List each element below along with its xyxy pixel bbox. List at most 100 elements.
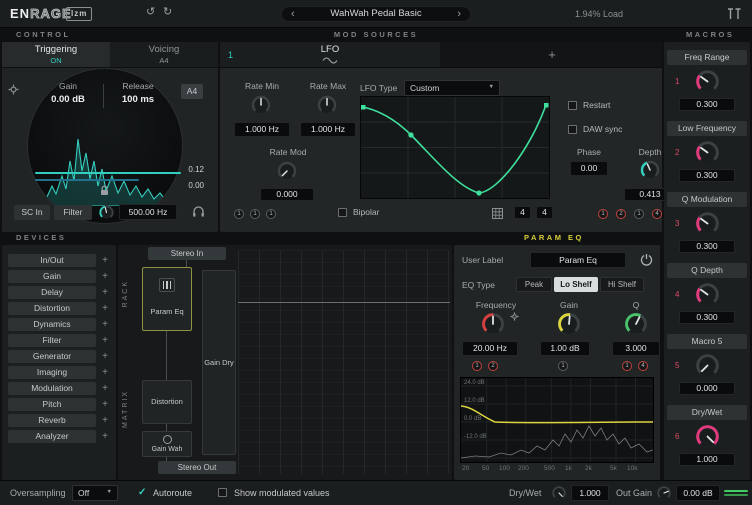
tab-voicing[interactable]: Voicing A4 bbox=[110, 42, 218, 67]
macro-value[interactable]: 0.300 bbox=[679, 169, 735, 182]
macro-value[interactable]: 0.300 bbox=[679, 311, 735, 324]
macro-knob[interactable] bbox=[694, 423, 721, 450]
gain-dry-node[interactable]: Gain Dry bbox=[202, 270, 236, 455]
macro-value[interactable]: 0.000 bbox=[679, 382, 735, 395]
preset-bar[interactable]: ‹ WahWah Pedal Basic › bbox=[281, 6, 471, 22]
frequency-settings-icon[interactable] bbox=[510, 312, 519, 321]
daw-sync-checkbox-row[interactable]: DAW sync bbox=[568, 125, 622, 134]
mod-slot[interactable]: 2 bbox=[488, 361, 498, 371]
device-generator[interactable]: Generator bbox=[8, 350, 96, 363]
macro-value[interactable]: 0.300 bbox=[679, 98, 735, 111]
device-imaging[interactable]: Imaging bbox=[8, 366, 96, 379]
out-gain-value[interactable]: 0.00 dB bbox=[676, 485, 720, 501]
eq-type-lo-shelf-button[interactable]: Lo Shelf bbox=[554, 277, 598, 292]
grid-snap-icon[interactable] bbox=[492, 208, 503, 219]
stereo-in-node[interactable]: Stereo In bbox=[148, 247, 226, 260]
autoroute-check-icon[interactable]: ✓ bbox=[138, 488, 146, 498]
macro-label[interactable]: Q Depth bbox=[667, 263, 747, 278]
release-value[interactable]: 100 ms bbox=[106, 95, 170, 105]
stereo-out-node[interactable]: Stereo Out bbox=[158, 461, 236, 474]
rate-min-value[interactable]: 1.000 Hz bbox=[234, 122, 290, 137]
filter-frequency-value[interactable]: 500.00 Hz bbox=[119, 204, 177, 220]
mod-slot[interactable]: 1 bbox=[622, 361, 632, 371]
eq-gain-knob[interactable] bbox=[556, 311, 582, 337]
restart-checkbox-row[interactable]: Restart bbox=[568, 101, 610, 110]
add-device-button[interactable]: + bbox=[100, 432, 110, 442]
sc-in-button[interactable]: SC In bbox=[14, 205, 50, 220]
add-device-button[interactable]: + bbox=[100, 320, 110, 330]
restart-checkbox[interactable] bbox=[568, 101, 577, 110]
device-in-out[interactable]: In/Out bbox=[8, 254, 96, 267]
macro-label[interactable]: Freq Range bbox=[667, 50, 747, 65]
q-value[interactable]: 3.000 bbox=[612, 341, 660, 356]
rate-min-knob[interactable] bbox=[250, 94, 272, 116]
frequency-value[interactable]: 20.00 Hz bbox=[462, 341, 518, 356]
device-gain[interactable]: Gain bbox=[8, 270, 96, 283]
macro-knob[interactable] bbox=[694, 139, 721, 166]
lfo-curve-editor[interactable] bbox=[360, 96, 550, 199]
depth-knob[interactable] bbox=[639, 159, 661, 181]
device-filter[interactable]: Filter bbox=[8, 334, 96, 347]
add-device-button[interactable]: + bbox=[100, 288, 110, 298]
redo-icon[interactable]: ↻ bbox=[163, 7, 172, 18]
gain-wah-node[interactable]: Gain Wah bbox=[142, 431, 192, 457]
filter-button[interactable]: Filter bbox=[54, 205, 92, 220]
lock-icon[interactable] bbox=[99, 185, 110, 196]
rate-mod-knob[interactable] bbox=[276, 160, 298, 182]
device-modulation[interactable]: Modulation bbox=[8, 382, 96, 395]
eq-gain-value[interactable]: 1.00 dB bbox=[540, 341, 590, 356]
macro-label[interactable]: Q Modulation bbox=[667, 192, 747, 207]
bipolar-checkbox-row[interactable]: Bipolar bbox=[338, 208, 379, 217]
preset-next-button[interactable]: › bbox=[457, 9, 461, 20]
eq-type-peak-button[interactable]: Peak bbox=[516, 277, 552, 292]
rate-max-knob[interactable] bbox=[316, 94, 338, 116]
rate-mod-value[interactable]: 0.000 bbox=[260, 188, 314, 201]
param-eq-node[interactable]: Param Eq bbox=[142, 267, 192, 331]
tab-lfo-1[interactable]: 1 LFO bbox=[220, 42, 440, 67]
q-knob[interactable] bbox=[623, 311, 649, 337]
undo-icon[interactable]: ↺ bbox=[146, 7, 155, 18]
frequency-knob[interactable] bbox=[480, 311, 506, 337]
device-name-input[interactable]: Param Eq bbox=[530, 252, 626, 268]
autoroute-label[interactable]: Autoroute bbox=[153, 489, 192, 498]
eq-response-graph[interactable]: 24.0 dB 12.0 dB 0.0 dB -12.0 dB bbox=[460, 377, 654, 463]
distortion-node[interactable]: Distortion bbox=[142, 380, 192, 424]
bipolar-checkbox[interactable] bbox=[338, 208, 347, 217]
macro-label[interactable]: Dry/Wet bbox=[667, 405, 747, 420]
headphone-icon[interactable] bbox=[192, 205, 205, 218]
gain-value[interactable]: 0.00 dB bbox=[38, 95, 98, 105]
tab-triggering[interactable]: Triggering ON bbox=[2, 42, 110, 67]
resize-icon[interactable] bbox=[727, 8, 742, 20]
phase-value[interactable]: 0.00 bbox=[570, 161, 608, 176]
dry-wet-knob[interactable] bbox=[551, 485, 567, 501]
device-delay[interactable]: Delay bbox=[8, 286, 96, 299]
eq-type-hi-shelf-button[interactable]: Hi Shelf bbox=[600, 277, 644, 292]
macro-value[interactable]: 1.000 bbox=[679, 453, 735, 466]
add-device-button[interactable]: + bbox=[100, 384, 110, 394]
out-gain-knob[interactable] bbox=[656, 485, 672, 501]
filter-cutoff-knob[interactable] bbox=[98, 204, 115, 221]
mod-slot[interactable]: 4 bbox=[652, 209, 662, 219]
add-device-button[interactable]: + bbox=[100, 368, 110, 378]
add-device-button[interactable]: + bbox=[100, 272, 110, 282]
preset-name[interactable]: WahWah Pedal Basic bbox=[330, 9, 421, 19]
lfo-type-dropdown[interactable]: Custom ▼ bbox=[404, 80, 500, 96]
preset-prev-button[interactable]: ‹ bbox=[291, 9, 295, 20]
daw-sync-checkbox[interactable] bbox=[568, 125, 577, 134]
oversampling-dropdown[interactable]: Off ▼ bbox=[72, 485, 118, 501]
macro-knob[interactable] bbox=[694, 210, 721, 237]
device-reverb[interactable]: Reverb bbox=[8, 414, 96, 427]
add-device-button[interactable]: + bbox=[100, 304, 110, 314]
mod-slot[interactable]: 4 bbox=[638, 361, 648, 371]
mod-slot[interactable]: 1 bbox=[266, 209, 276, 219]
release-readout[interactable]: Release 100 ms bbox=[106, 82, 170, 104]
rate-max-value[interactable]: 1.000 Hz bbox=[300, 122, 356, 137]
add-device-button[interactable]: + bbox=[100, 416, 110, 426]
mod-slot[interactable]: 1 bbox=[598, 209, 608, 219]
add-device-button[interactable]: + bbox=[100, 256, 110, 266]
add-device-button[interactable]: + bbox=[100, 352, 110, 362]
macro-value[interactable]: 0.300 bbox=[679, 240, 735, 253]
grid-x-value[interactable]: 4 bbox=[514, 206, 531, 219]
macro-knob[interactable] bbox=[694, 281, 721, 308]
mod-slot[interactable]: 1 bbox=[234, 209, 244, 219]
